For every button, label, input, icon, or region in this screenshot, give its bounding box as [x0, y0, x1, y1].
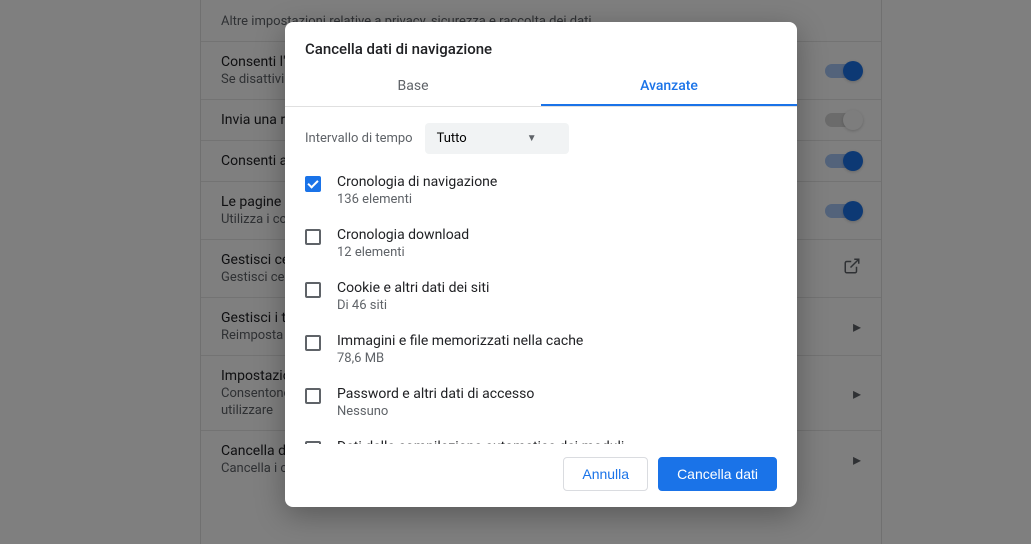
tab-advanced[interactable]: Avanzate: [541, 68, 797, 106]
dialog-body: Intervallo di tempo Tutto ▼ Cronologia d…: [285, 107, 797, 444]
confirm-button[interactable]: Cancella dati: [658, 457, 777, 491]
check-title: Cronologia download: [337, 227, 777, 243]
checkbox[interactable]: [305, 176, 321, 192]
checkbox[interactable]: [305, 282, 321, 298]
time-range-select[interactable]: Tutto ▼: [425, 123, 569, 154]
check-row-cookies[interactable]: Cookie e altri dati dei siti Di 46 siti: [305, 280, 777, 313]
check-sub: Di 46 siti: [337, 298, 777, 313]
check-row-cache[interactable]: Immagini e file memorizzati nella cache …: [305, 333, 777, 366]
check-sub: Nessuno: [337, 404, 777, 419]
check-title: Password e altri dati di accesso: [337, 386, 777, 402]
check-sub: 136 elementi: [337, 192, 777, 207]
check-sub: 12 elementi: [337, 245, 777, 260]
checkbox[interactable]: [305, 388, 321, 404]
dialog-title: Cancella dati di navigazione: [285, 22, 797, 68]
check-title: Cronologia di navigazione: [337, 174, 777, 190]
check-row-passwords[interactable]: Password e altri dati di accesso Nessuno: [305, 386, 777, 419]
checkbox[interactable]: [305, 229, 321, 245]
clear-browsing-data-dialog: Cancella dati di navigazione Base Avanza…: [285, 22, 797, 507]
check-sub: 78,6 MB: [337, 351, 777, 366]
check-row-download-history[interactable]: Cronologia download 12 elementi: [305, 227, 777, 260]
check-row-browsing-history[interactable]: Cronologia di navigazione 136 elementi: [305, 174, 777, 207]
cancel-button[interactable]: Annulla: [563, 457, 648, 491]
dialog-tabs: Base Avanzate: [285, 68, 797, 107]
tab-basic[interactable]: Base: [285, 68, 541, 106]
check-title: Immagini e file memorizzati nella cache: [337, 333, 777, 349]
dialog-actions: Annulla Cancella dati: [285, 444, 797, 507]
time-range-row: Intervallo di tempo Tutto ▼: [305, 123, 777, 154]
checkbox[interactable]: [305, 441, 321, 444]
time-range-label: Intervallo di tempo: [305, 131, 413, 146]
checkbox[interactable]: [305, 335, 321, 351]
check-title: Cookie e altri dati dei siti: [337, 280, 777, 296]
time-range-value: Tutto: [437, 131, 467, 146]
caret-down-icon: ▼: [527, 133, 537, 144]
